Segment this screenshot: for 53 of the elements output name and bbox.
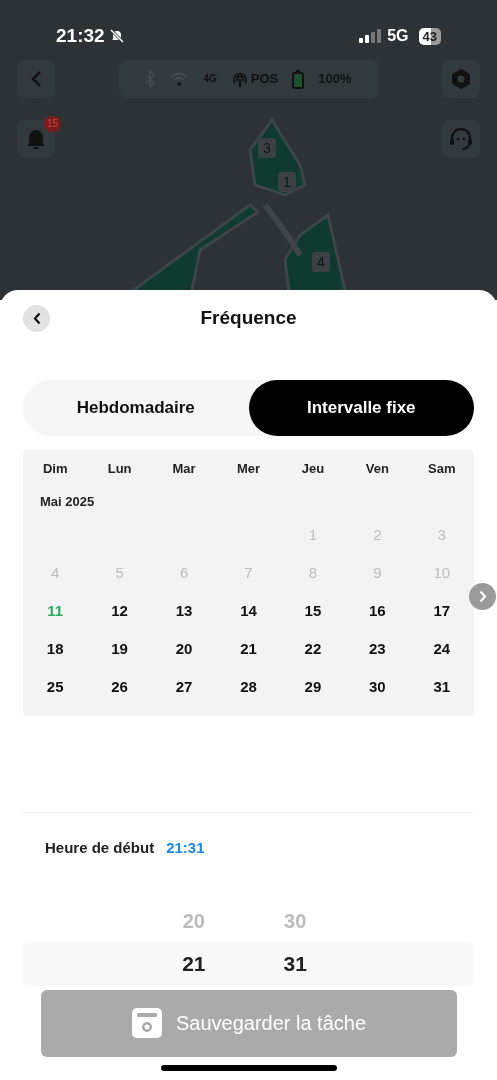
save-icon: [131, 1008, 162, 1038]
start-time-value[interactable]: 21:31: [166, 837, 205, 860]
back-button[interactable]: [23, 304, 50, 332]
sheet-title: Fréquence: [200, 305, 297, 330]
calendar-day[interactable]: 29: [304, 675, 322, 699]
back-icon: [30, 70, 42, 88]
calendar-day[interactable]: 15: [304, 599, 322, 623]
calendar-day[interactable]: 13: [175, 599, 193, 623]
weekday-label: Ven: [365, 460, 389, 479]
calendar-day[interactable]: 31: [433, 675, 451, 699]
calendar-day[interactable]: 12: [111, 599, 128, 623]
weekday-label: Lun: [107, 460, 132, 479]
calendar-day[interactable]: 24: [433, 637, 451, 661]
network-type: 5G: [387, 26, 409, 46]
calendar-day[interactable]: 22: [304, 637, 322, 661]
weekday-label: Mar: [172, 460, 196, 479]
signal-icon: [359, 29, 382, 43]
back-icon: [32, 311, 41, 325]
picker-value[interactable]: 31: [283, 941, 307, 986]
bell-slash-icon: [108, 28, 125, 44]
calendar-day[interactable]: 20: [175, 637, 193, 661]
calendar-day[interactable]: 16: [369, 599, 386, 623]
weekday-label: Dim: [42, 460, 68, 479]
picker-value[interactable]: 21: [182, 941, 206, 986]
tab[interactable]: Hebdomadaire: [23, 380, 249, 436]
calendar-day[interactable]: 19: [111, 637, 128, 661]
broadcast-icon: [230, 70, 249, 88]
chevron-right-icon: [478, 590, 487, 603]
hexagon-icon: [450, 68, 472, 90]
calendar-day[interactable]: 25: [46, 675, 64, 699]
calendar-day[interactable]: 21: [240, 637, 257, 661]
settings-button[interactable]: [442, 60, 480, 98]
weekday-label: Sam: [428, 460, 456, 479]
weekday-label: Mer: [236, 460, 261, 479]
battery-icon: [292, 69, 305, 89]
calendar-day[interactable]: 17: [433, 599, 451, 623]
weekday-label: Jeu: [301, 460, 325, 479]
calendar-day[interactable]: 26: [111, 675, 128, 699]
calendar-day[interactable]: 28: [240, 675, 257, 699]
clock-time: 21:32: [56, 23, 105, 48]
calendar-day[interactable]: 30: [369, 675, 386, 699]
calendar-day[interactable]: 18: [46, 637, 64, 661]
calendar-day[interactable]: 14: [240, 599, 257, 623]
calendar-day[interactable]: 23: [369, 637, 386, 661]
support-button[interactable]: [442, 120, 480, 158]
wifi-icon: [169, 72, 190, 86]
tab[interactable]: Intervalle fixe: [248, 380, 474, 436]
start-time-label: Heure de début: [45, 838, 155, 858]
next-month-button[interactable]: [469, 583, 496, 610]
calendar-day[interactable]: 27: [175, 675, 193, 699]
bell-icon: [26, 128, 46, 150]
month-label: Mai 2025: [40, 493, 95, 512]
headset-icon: [449, 127, 473, 151]
